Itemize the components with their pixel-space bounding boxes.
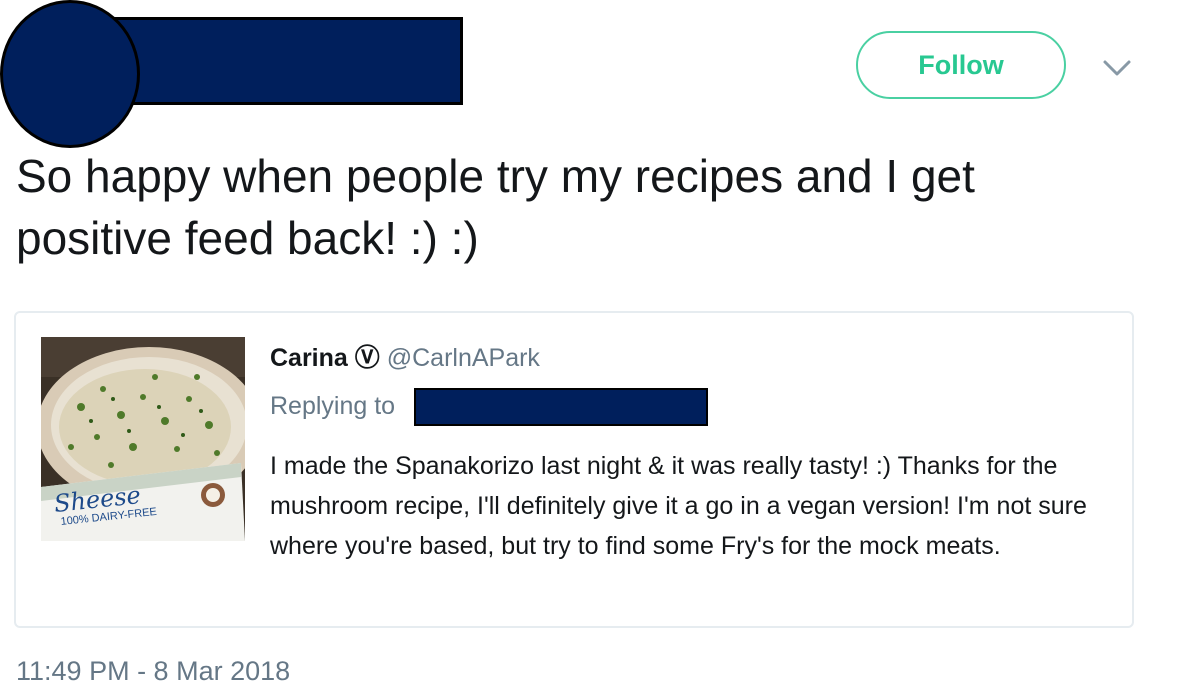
replying-to-label: Replying to bbox=[270, 392, 396, 420]
vegan-symbol-icon: Ⓥ bbox=[354, 344, 380, 372]
quoted-tweet-card[interactable]: Sheese 100% DAIRY-FREE Carina Ⓥ @CarlnAP… bbox=[14, 311, 1134, 628]
food-photo-thumbnail[interactable]: Sheese 100% DAIRY-FREE bbox=[41, 337, 245, 541]
quoted-author[interactable]: Carina Ⓥ @CarlnAPark bbox=[270, 341, 540, 375]
avatar[interactable] bbox=[0, 0, 140, 148]
quoted-author-handle[interactable]: @CarlnAPark bbox=[387, 344, 540, 372]
tweet-text: So happy when people try my recipes and … bbox=[16, 150, 975, 264]
follow-button[interactable]: Follow bbox=[856, 31, 1066, 99]
tweet-timestamp[interactable]: 11:49 PM - 8 Mar 2018 bbox=[16, 654, 290, 688]
quoted-tweet-text: I made the Spanakorizo last night & it w… bbox=[270, 452, 1087, 560]
redacted-reply-handle[interactable] bbox=[414, 388, 708, 426]
chevron-down-icon[interactable] bbox=[1100, 52, 1134, 82]
quoted-author-name[interactable]: Carina bbox=[270, 344, 348, 372]
redacted-display-name[interactable] bbox=[96, 17, 463, 105]
